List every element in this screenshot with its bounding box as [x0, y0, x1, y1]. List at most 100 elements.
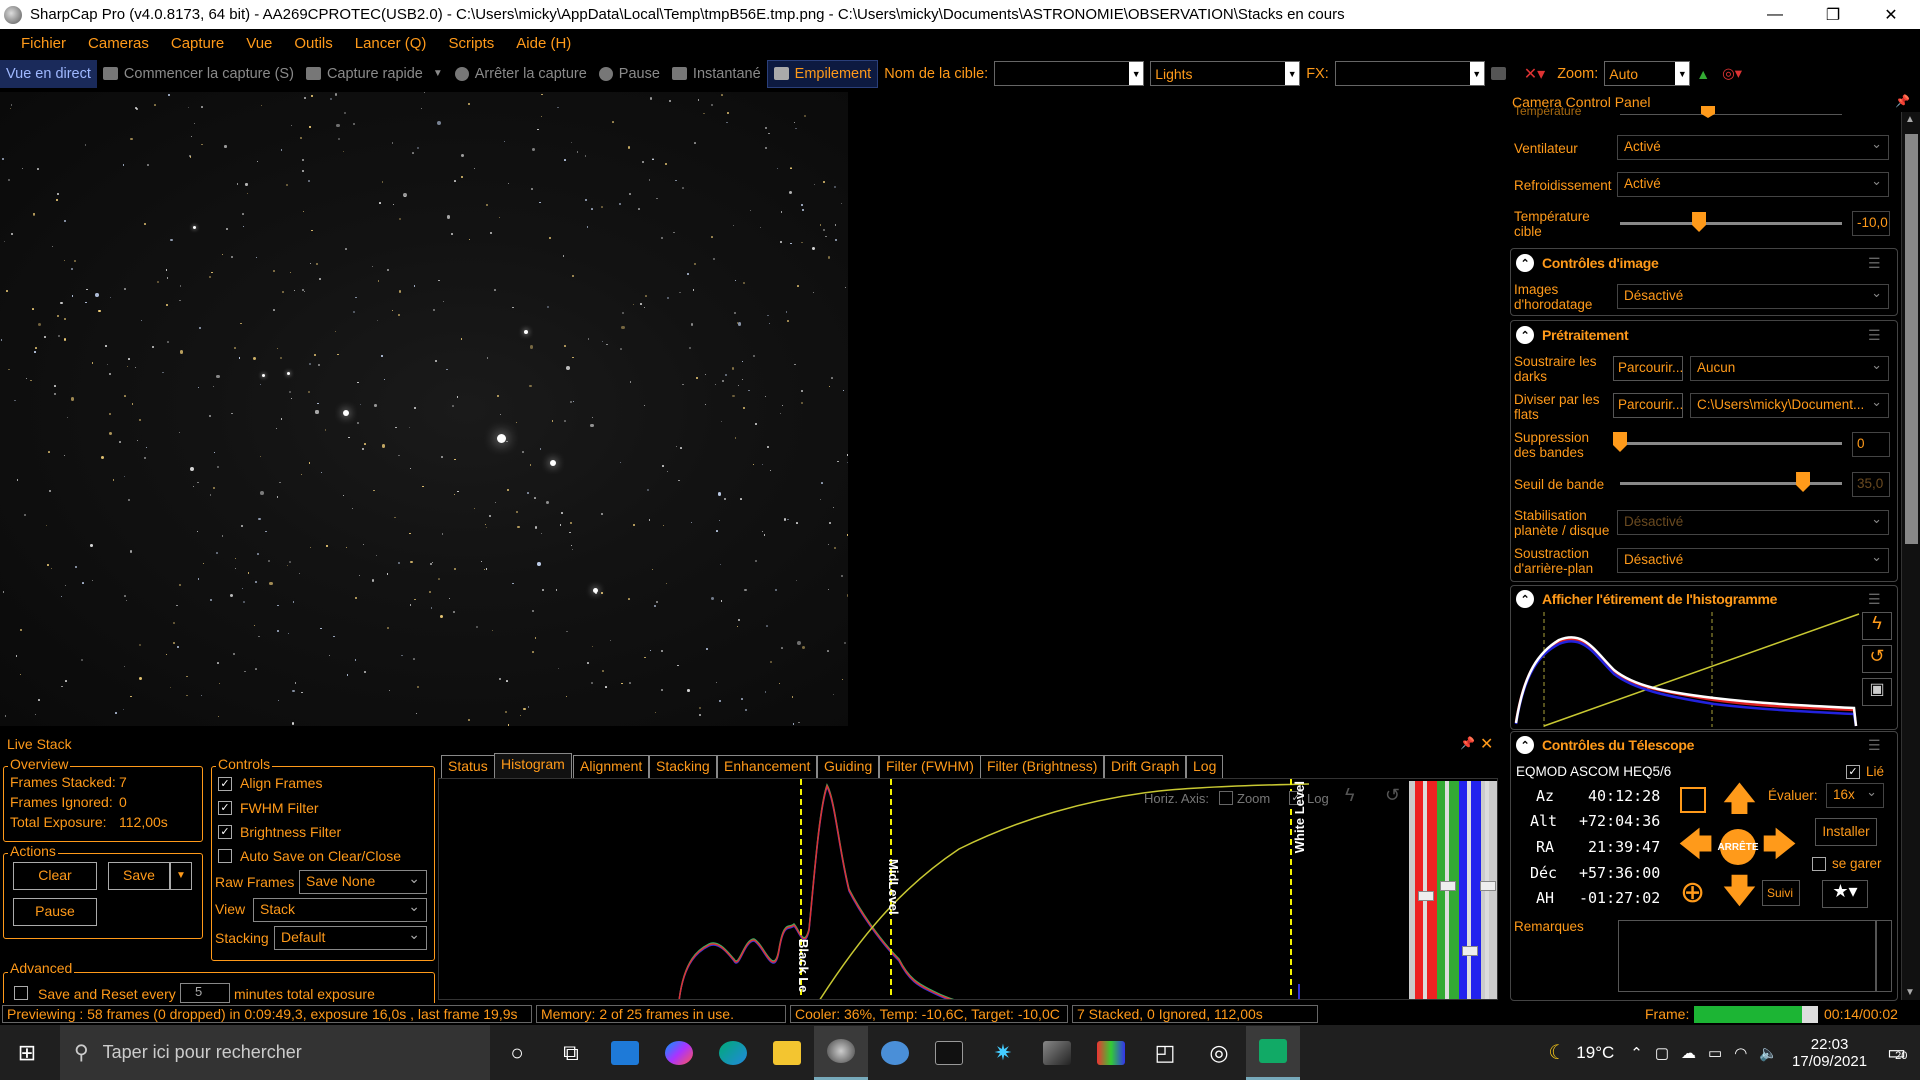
messenger-icon[interactable] — [652, 1026, 706, 1080]
task-view-icon[interactable]: ⧉ — [544, 1026, 598, 1080]
telescope-header[interactable]: ⌃ Contrôles du Télescope — [1516, 736, 1694, 754]
remarks-scrollbar[interactable] — [1876, 920, 1892, 992]
zoom-checkbox[interactable] — [1219, 791, 1233, 805]
image-controls-header[interactable]: ⌃ Contrôles d'image — [1516, 254, 1659, 272]
menu-outils[interactable]: Outils — [283, 35, 343, 52]
scrollbar-thumb[interactable] — [1905, 134, 1918, 544]
cortana-icon[interactable]: ○ — [490, 1026, 544, 1080]
notifications-icon[interactable]: ▭ 20 — [1887, 1040, 1907, 1065]
green-level-handle[interactable] — [1440, 881, 1456, 891]
blue-level-handle[interactable] — [1462, 946, 1478, 956]
volume-icon[interactable]: 🔈 — [1759, 1044, 1778, 1062]
auto-save-checkbox[interactable] — [218, 849, 232, 863]
file-explorer-icon[interactable] — [760, 1026, 814, 1080]
collapse-icon[interactable]: ⌃ — [1516, 326, 1534, 344]
darks-browse-button[interactable]: Parcourir... — [1613, 356, 1683, 381]
save-options-button[interactable]: ▼ — [170, 862, 192, 890]
fan-select[interactable]: Activé — [1617, 135, 1889, 160]
menu-icon[interactable]: ☰ — [1868, 591, 1881, 608]
tab-filter-brightness[interactable]: Filter (Brightness) — [980, 755, 1105, 778]
band-threshold-value[interactable]: 35,0 — [1852, 472, 1890, 497]
goto-icon[interactable] — [1680, 787, 1706, 813]
menu-icon[interactable]: ☰ — [1868, 255, 1881, 272]
save-icon[interactable]: ▣ — [1862, 678, 1892, 706]
menu-scripts[interactable]: Scripts — [437, 35, 505, 52]
scroll-down-icon[interactable]: ▼ — [1905, 987, 1915, 998]
fwhm-filter-checkbox[interactable]: ✓ — [218, 801, 232, 815]
stacking-button[interactable]: Empilement — [766, 59, 879, 88]
mail-icon[interactable] — [598, 1026, 652, 1080]
rgb-level-bars[interactable] — [1409, 781, 1497, 999]
align-frames-checkbox[interactable]: ✓ — [218, 777, 232, 791]
collapse-icon[interactable]: ⌃ — [1516, 590, 1534, 608]
crosshair-icon[interactable]: ✕▾ — [1518, 60, 1551, 88]
histogram-stretch-graph[interactable] — [1514, 612, 1860, 727]
star-app-icon[interactable]: ✷ — [976, 1026, 1030, 1080]
luminance-level-handle[interactable] — [1480, 881, 1496, 891]
arrow-down-icon[interactable]: 🡇 — [1722, 874, 1757, 908]
save-button[interactable]: Save — [108, 862, 170, 890]
fx-select[interactable]: ▼ — [1334, 61, 1485, 86]
chevron-up-icon[interactable]: ⌃ — [1630, 1044, 1643, 1062]
frame-type-select[interactable]: Lights ▼ — [1150, 61, 1301, 86]
timestamp-select[interactable]: Désactivé — [1617, 284, 1889, 309]
battery-icon[interactable]: ▭ — [1708, 1044, 1722, 1062]
flats-select[interactable]: C:\Users\micky\Document... — [1690, 393, 1889, 418]
device-icon[interactable]: ▢ — [1655, 1044, 1669, 1062]
menu-cameras[interactable]: Cameras — [77, 35, 160, 52]
chevron-down-icon[interactable]: ▼ — [1469, 62, 1484, 85]
stabilization-select[interactable]: Désactivé — [1617, 510, 1889, 535]
pin-icon[interactable]: 📌 — [1460, 736, 1475, 750]
remarks-textarea[interactable] — [1618, 920, 1876, 992]
target-temp-value[interactable]: -10,0 — [1852, 211, 1890, 236]
photo-app-icon[interactable] — [1030, 1026, 1084, 1080]
save-reset-checkbox[interactable] — [14, 986, 28, 1000]
sharpcap-taskbar-icon[interactable] — [814, 1025, 868, 1080]
park-checkbox[interactable] — [1812, 857, 1826, 871]
clock[interactable]: 22:03 17/09/2021 — [1792, 1036, 1867, 1070]
red-level-handle[interactable] — [1418, 891, 1434, 901]
tab-status[interactable]: Status — [441, 755, 495, 778]
target-name-input[interactable]: ▼ — [994, 61, 1145, 86]
start-capture-button[interactable]: Commencer la capture (S) — [97, 60, 300, 88]
pause-stack-button[interactable]: Pause — [13, 898, 97, 926]
panel-scrollbar[interactable]: ▲ ▼ — [1901, 112, 1920, 1000]
tab-enhancement[interactable]: Enhancement — [717, 755, 818, 778]
close-button[interactable]: ✕ — [1862, 0, 1920, 29]
menu-icon[interactable]: ☰ — [1868, 327, 1881, 344]
stop-capture-button[interactable]: Arrêter la capture — [449, 60, 593, 88]
menu-aide[interactable]: Aide (H) — [505, 35, 582, 52]
preprocessing-header[interactable]: ⌃ Prétraitement — [1516, 326, 1629, 344]
tab-histogram[interactable]: Histogram — [494, 753, 572, 778]
weather-temperature[interactable]: 19°C — [1576, 1043, 1614, 1063]
collapse-icon[interactable]: ⌃ — [1516, 254, 1534, 272]
galaxy-app-icon[interactable]: ◎ — [1192, 1026, 1246, 1080]
pause-button[interactable]: Pause — [593, 60, 666, 88]
cloud-icon[interactable]: ☁ — [1681, 1044, 1696, 1062]
minutes-stepper[interactable]: 5 — [180, 983, 230, 1003]
view-select[interactable]: Stack — [253, 898, 427, 922]
histogram-stretch-header[interactable]: ⌃ Afficher l'étirement de l'histogramme — [1516, 590, 1777, 608]
tab-drift-graph[interactable]: Drift Graph — [1104, 755, 1187, 778]
arrow-right-icon[interactable]: 🡆 — [1762, 828, 1797, 862]
tab-stacking[interactable]: Stacking — [649, 755, 717, 778]
menu-vue[interactable]: Vue — [235, 35, 283, 52]
lightning-icon[interactable]: ϟ — [1345, 785, 1355, 806]
reset-icon[interactable]: ↺ — [1862, 645, 1892, 673]
live-view-button[interactable]: Vue en direct — [0, 59, 97, 88]
zoom-select[interactable]: Auto ▼ — [1604, 61, 1691, 86]
live-stack-histogram[interactable]: Horiz. Axis: Zoom ✓ Log ϟ ↺ Black Le Mid… — [438, 778, 1498, 1000]
chevron-down-icon[interactable]: ▼ — [1285, 62, 1300, 85]
tab-log[interactable]: Log — [1186, 755, 1224, 778]
target-temp-track[interactable] — [1620, 222, 1842, 225]
quick-capture-button[interactable]: Capture rapide ▼ — [300, 60, 449, 88]
chart-app-icon[interactable] — [1084, 1026, 1138, 1080]
window-app-icon[interactable]: ◰ — [1138, 1026, 1192, 1080]
background-select[interactable]: Désactivé — [1617, 548, 1889, 573]
chevron-down-icon[interactable]: ▼ — [1675, 62, 1690, 85]
windows-start-icon[interactable]: ⊞ — [0, 1026, 54, 1080]
tab-alignment[interactable]: Alignment — [573, 755, 650, 778]
menu-lancer[interactable]: Lancer (Q) — [344, 35, 438, 52]
chevron-down-icon[interactable]: ▼ — [433, 68, 443, 79]
chevron-down-icon[interactable]: ▼ — [1129, 62, 1144, 85]
